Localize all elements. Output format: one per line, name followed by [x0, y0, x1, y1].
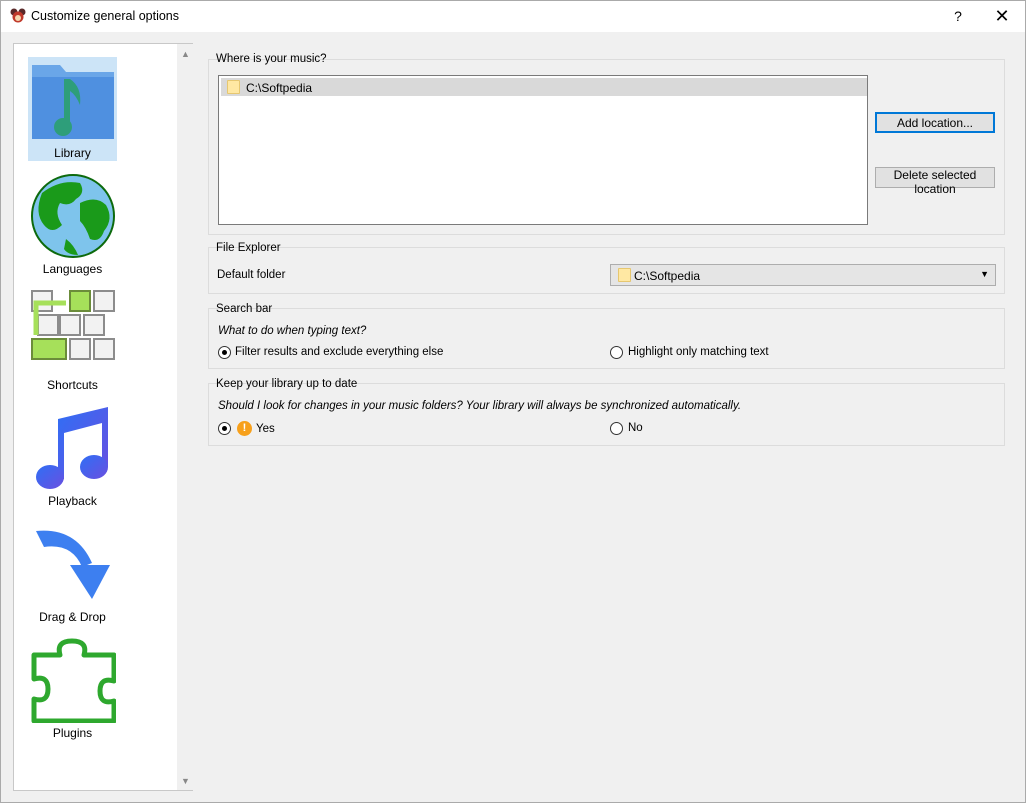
sidebar-item-plugins[interactable]: Plugins	[28, 637, 117, 741]
title-bar: Customize general options ? ✕	[1, 1, 1025, 32]
search-bar-question: What to do when typing text?	[218, 325, 367, 337]
sync-yes-label[interactable]: Yes	[256, 423, 275, 435]
folder-icon	[618, 268, 631, 282]
library-sync-group-label: Keep your library up to date	[216, 378, 358, 390]
filter-results-label[interactable]: Filter results and exclude everything el…	[235, 346, 443, 358]
sidebar-item-shortcuts[interactable]: Shortcuts	[28, 289, 117, 393]
sidebar-item-label: Library	[54, 146, 91, 160]
globe-icon	[31, 174, 115, 258]
warning-icon: !	[237, 421, 252, 436]
file-explorer-group-label: File Explorer	[216, 242, 281, 254]
search-bar-group-label: Search bar	[216, 303, 273, 315]
chevron-up-icon[interactable]: ▲	[181, 49, 190, 59]
options-window: Customize general options ? ✕ Library La…	[0, 0, 1026, 803]
sidebar-item-label: Playback	[48, 494, 97, 508]
delete-location-button[interactable]: Delete selected location	[875, 167, 995, 196]
location-path: C:\Softpedia	[246, 81, 313, 95]
chevron-down-icon[interactable]: ▼	[181, 776, 190, 786]
filter-results-radio[interactable]	[218, 346, 231, 359]
sidebar-item-label: Languages	[42, 262, 103, 276]
sync-no-label[interactable]: No	[628, 422, 643, 434]
default-folder-select[interactable]: C:\Softpedia ▼	[610, 264, 996, 286]
music-locations-group-label: Where is your music?	[216, 53, 327, 65]
sidebar-item-drag-drop[interactable]: Drag & Drop	[28, 521, 117, 625]
sidebar-item-label: Shortcuts	[47, 378, 98, 392]
window-title: Customize general options	[31, 9, 179, 23]
keyboard-shortcuts-icon	[31, 290, 115, 360]
default-folder-value: C:\Softpedia	[634, 269, 701, 283]
library-sync-question: Should I look for changes in your music …	[218, 400, 742, 412]
sidebar: Library Languages Shortcuts Playback Dra…	[13, 43, 193, 791]
music-locations-list[interactable]: C:\Softpedia	[218, 75, 868, 225]
app-logo-icon	[10, 8, 26, 23]
sync-yes-radio[interactable]	[218, 422, 231, 435]
sidebar-scrollbar[interactable]: ▲ ▼	[177, 44, 193, 790]
sync-no-radio[interactable]	[610, 422, 623, 435]
sidebar-item-languages[interactable]: Languages	[28, 173, 117, 277]
help-button[interactable]: ?	[943, 1, 973, 32]
sidebar-item-label: Drag & Drop	[39, 610, 106, 624]
library-sync-group	[208, 383, 1005, 446]
chevron-down-icon: ▼	[980, 269, 989, 279]
sidebar-item-label: Plugins	[52, 726, 93, 740]
close-button[interactable]: ✕	[987, 1, 1017, 32]
music-note-icon	[36, 407, 108, 489]
search-bar-group	[208, 308, 1005, 369]
default-folder-label: Default folder	[217, 269, 286, 281]
sidebar-item-library[interactable]: Library	[28, 57, 117, 161]
folder-icon	[227, 80, 240, 94]
folder-music-icon	[32, 65, 114, 139]
highlight-matching-label[interactable]: Highlight only matching text	[628, 346, 769, 358]
highlight-matching-radio[interactable]	[610, 346, 623, 359]
puzzle-piece-icon	[31, 638, 116, 723]
add-location-button[interactable]: Add location...	[875, 112, 995, 133]
list-item[interactable]: C:\Softpedia	[221, 78, 867, 96]
sidebar-item-playback[interactable]: Playback	[28, 405, 117, 509]
drag-arrow-icon	[36, 530, 110, 599]
